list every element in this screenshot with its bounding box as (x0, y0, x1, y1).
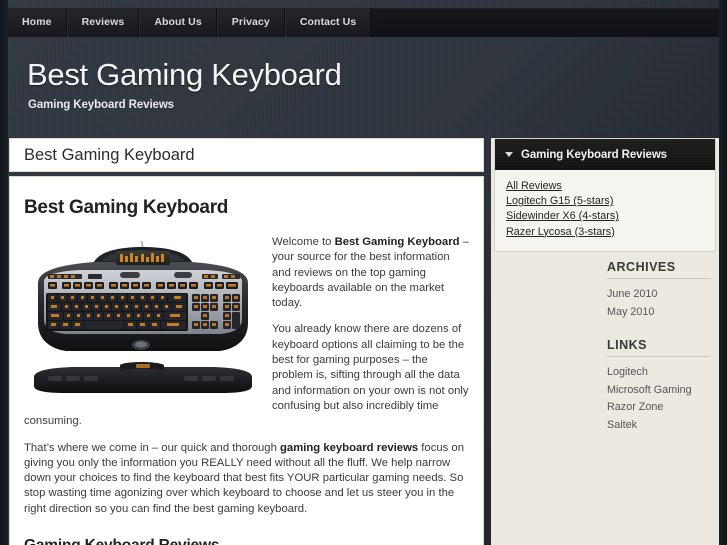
section-title-reviews: Gaming Keyboard Reviews (24, 537, 469, 545)
sidebar-link-all-reviews[interactable]: All Reviews (506, 179, 715, 194)
left-edge-rail (0, 0, 8, 545)
sidebar-link-sidewinder-x6[interactable]: Sidewinder X6 (4-stars) (506, 209, 715, 224)
list-item[interactable]: Logitech (607, 364, 711, 382)
sidebar-link-razer-lycosa[interactable]: Razer Lycosa (3-stars) (506, 225, 715, 240)
list-item[interactable]: Razor Zone (607, 399, 711, 417)
nav-item-about-us[interactable]: About Us (139, 8, 217, 37)
intro-bold: Best Gaming Keyboard (334, 236, 460, 248)
paragraph-3: That’s where we come in – our quick and … (24, 441, 469, 517)
archive-link-may-2010[interactable]: May 2010 (607, 306, 654, 318)
list-item[interactable]: Microsoft Gaming (607, 382, 711, 400)
intro-lead: Welcome to (272, 236, 335, 248)
archives-list: June 2010 May 2010 (607, 281, 711, 321)
paragraph-3-lead: That’s where we come in – our quick and … (24, 441, 281, 454)
external-link-microsoft-gaming[interactable]: Microsoft Gaming (607, 384, 692, 396)
external-link-saitek[interactable]: Saitek (607, 419, 637, 431)
sidebar-link-logitech-g15[interactable]: Logitech G15 (5-stars) (506, 194, 715, 209)
page-background: Home Reviews About Us Privacy Contact Us… (0, 0, 727, 545)
external-link-razor-zone[interactable]: Razor Zone (607, 401, 663, 413)
chevron-down-icon (505, 152, 513, 157)
entry-title: Best Gaming Keyboard (24, 197, 229, 218)
list-item[interactable]: June 2010 (607, 286, 711, 304)
archives-heading: ARCHIVES (607, 260, 711, 279)
links-list: Logitech Microsoft Gaming Razor Zone Sai… (607, 359, 711, 434)
page-title: Best Gaming Keyboard (24, 146, 195, 164)
sidebar: Gaming Keyboard Reviews All Reviews Logi… (491, 138, 719, 545)
primary-navigation: Home Reviews About Us Privacy Contact Us (8, 8, 719, 37)
widget-title: Gaming Keyboard Reviews (521, 148, 667, 161)
list-item[interactable]: Saitek (607, 417, 711, 435)
nav-item-home[interactable]: Home (8, 8, 67, 37)
nav-item-contact-us[interactable]: Contact Us (284, 8, 372, 37)
widget-gaming-keyboard-reviews: Gaming Keyboard Reviews All Reviews Logi… (494, 138, 716, 252)
sidebar-section-archives: ARCHIVES June 2010 May 2010 (607, 260, 711, 321)
keyboard-image (24, 237, 262, 403)
widget-body: All Reviews Logitech G15 (5-stars) Sidew… (495, 170, 715, 251)
external-link-logitech[interactable]: Logitech (607, 366, 648, 378)
main-content: Best Gaming Keyboard Welcome to Best Gam… (9, 176, 484, 545)
list-item[interactable]: May 2010 (607, 304, 711, 322)
sidebar-section-links: LINKS Logitech Microsoft Gaming Razor Zo… (607, 338, 711, 434)
archive-link-june-2010[interactable]: June 2010 (607, 288, 657, 300)
site-tagline: Gaming Keyboard Reviews (28, 99, 174, 111)
keyboard-illustration (34, 240, 252, 393)
nav-list: Home Reviews About Us Privacy Contact Us (8, 8, 719, 37)
widget-header[interactable]: Gaming Keyboard Reviews (495, 139, 715, 170)
right-edge-rail (719, 0, 727, 545)
links-heading: LINKS (607, 338, 711, 357)
site-header: Best Gaming Keyboard Gaming Keyboard Rev… (8, 37, 719, 133)
paragraph-3-bold: gaming keyboard reviews (280, 441, 419, 454)
page-title-bar: Best Gaming Keyboard (9, 138, 484, 172)
site-title[interactable]: Best Gaming Keyboard (27, 57, 342, 93)
nav-item-privacy[interactable]: Privacy (216, 8, 285, 37)
nav-item-reviews[interactable]: Reviews (66, 8, 140, 37)
